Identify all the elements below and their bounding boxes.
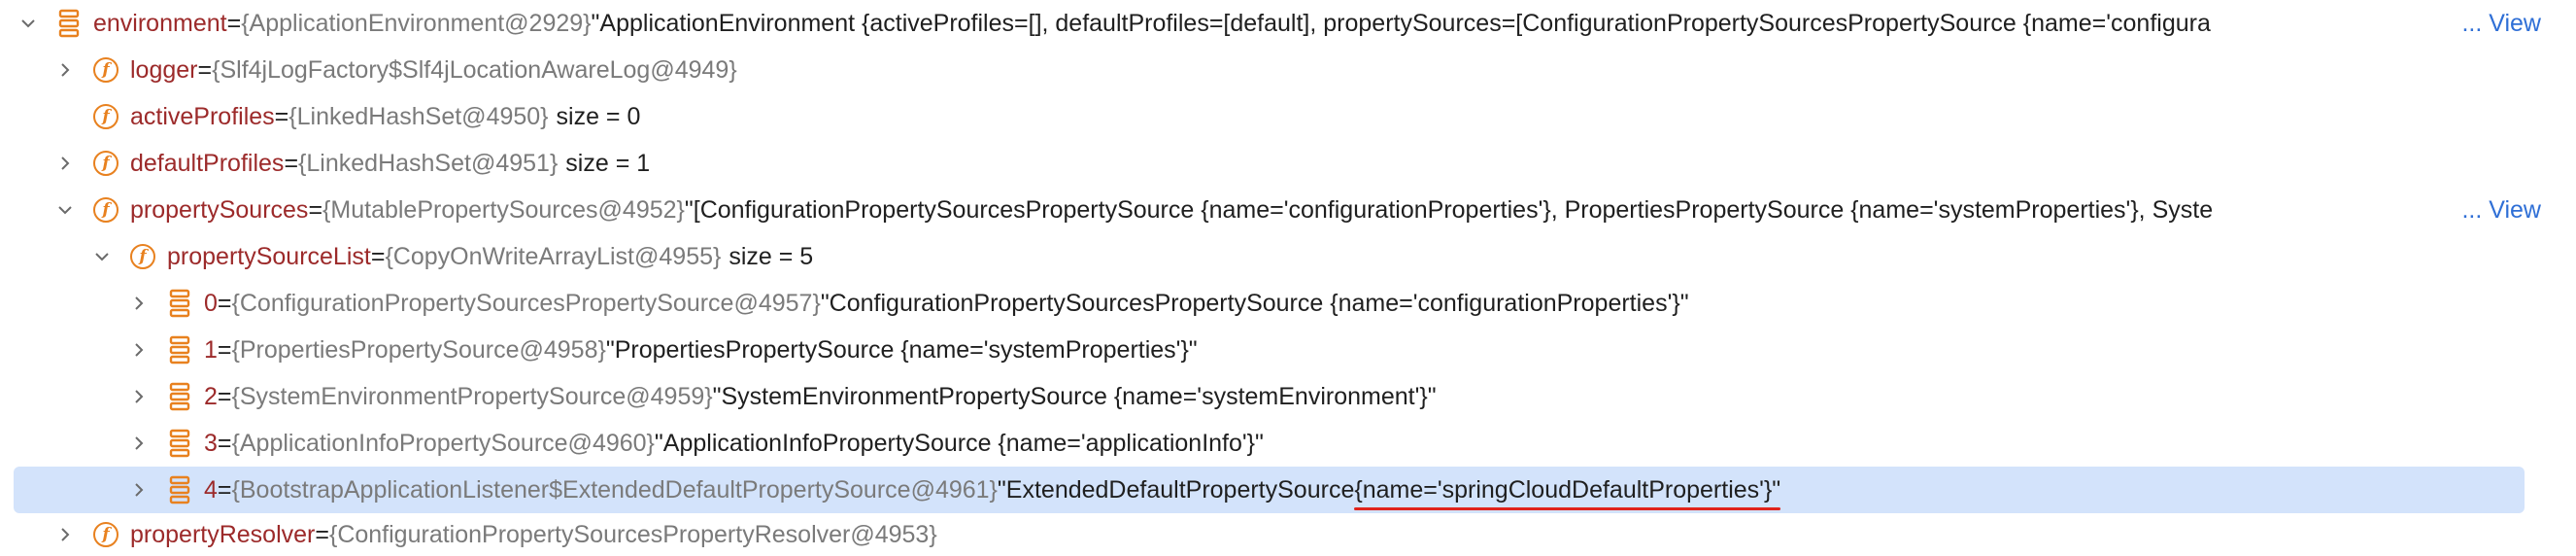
tree-row-activeProfiles[interactable]: f activeProfiles = {LinkedHashSet@4950} s… [0,93,2576,140]
view-link[interactable]: ... View [2461,196,2541,225]
array-element-icon [167,429,192,458]
field-icon: f [93,57,119,83]
tree-row-propertySourceList[interactable]: f propertySourceList = {CopyOnWriteArray… [0,233,2576,280]
variable-name: logger [130,55,198,84]
highlighted-value-annotation: {name='springCloudDefaultProperties'}" [1354,475,1781,510]
chevron-right-icon[interactable] [124,289,153,318]
variable-name: propertyResolver [130,520,316,548]
variable-value-prefix: "ExtendedDefaultPropertySource [997,475,1355,504]
variable-value: "SystemEnvironmentPropertySource {name='… [712,382,1437,410]
variable-type: {BootstrapApplicationListener$ExtendedDe… [231,475,998,504]
equals-sign: = [217,475,232,504]
chevron-down-icon[interactable] [51,195,80,225]
variable-type: {ConfigurationPropertySourcesPropertyRes… [328,520,937,548]
chevron-right-icon[interactable] [51,55,80,85]
tree-row-element-0[interactable]: 0 = {ConfigurationPropertySourcesPropert… [0,280,2576,327]
array-element-icon [167,475,192,504]
variable-type: {CopyOnWriteArrayList@4955} [385,242,722,270]
variable-type: {ConfigurationPropertySourcesPropertySou… [231,289,821,317]
equals-sign: = [284,149,299,177]
equals-sign: = [274,102,289,130]
variable-name: propertySourceList [167,242,371,270]
equals-sign: = [226,9,242,37]
tree-row-element-4[interactable]: 4 = {BootstrapApplicationListener$Extend… [0,467,2576,513]
equals-sign: = [370,242,386,270]
field-icon: f [130,244,155,269]
variable-value: "PropertiesPropertySource {name='systemP… [605,335,1198,364]
equals-sign: = [315,520,329,548]
field-icon: f [93,522,119,547]
equals-sign: = [217,289,232,317]
equals-sign: = [217,382,232,410]
array-element-icon [167,289,192,318]
variable-value: "ApplicationEnvironment {activeProfiles=… [591,9,2211,37]
tree-row-defaultProfiles[interactable]: f defaultProfiles = {LinkedHashSet@4951}… [0,140,2576,187]
variable-name: defaultProfiles [130,149,285,177]
chevron-right-icon[interactable] [124,429,153,458]
tree-row-logger[interactable]: f logger = {Slf4jLogFactory$Slf4jLocatio… [0,47,2576,93]
field-icon: f [93,197,119,223]
variable-name: propertySources [130,195,309,224]
field-icon: f [93,151,119,176]
variable-type: {SystemEnvironmentPropertySource@4959} [231,382,713,410]
array-element-icon [56,9,82,38]
equals-sign: = [217,429,232,457]
variable-value: "[ConfigurationPropertySourcesPropertySo… [684,195,2214,224]
collection-size: size = 1 [565,149,651,177]
text-fade [2399,187,2457,233]
variable-type: {ApplicationEnvironment@2929} [241,9,592,37]
tree-row-element-2[interactable]: 2 = {SystemEnvironmentPropertySource@495… [0,373,2576,420]
variable-value: "ConfigurationPropertySourcesPropertySou… [820,289,1689,317]
element-index: 4 [204,475,218,504]
element-index: 2 [204,382,218,410]
variable-type: {LinkedHashSet@4951} [298,149,559,177]
element-index: 3 [204,429,218,457]
chevron-right-icon[interactable] [124,475,153,504]
chevron-right-icon[interactable] [51,520,80,549]
tree-row-element-3[interactable]: 3 = {ApplicationInfoPropertySource@4960}… [0,420,2576,467]
variable-type: {MutablePropertySources@4952} [322,195,685,224]
tree-row-propertyResolver[interactable]: f propertyResolver = {ConfigurationPrope… [0,513,2576,556]
text-fade [2399,0,2457,47]
variable-type: {ApplicationInfoPropertySource@4960} [231,429,655,457]
chevron-right-icon[interactable] [124,335,153,365]
variables-tree: environment = {ApplicationEnvironment@29… [0,0,2576,556]
tree-row-environment[interactable]: environment = {ApplicationEnvironment@29… [0,0,2576,47]
field-icon: f [93,104,119,129]
chevron-down-icon[interactable] [87,242,117,271]
array-element-icon [167,382,192,411]
variable-type: {LinkedHashSet@4950} [288,102,549,130]
chevron-right-icon[interactable] [51,149,80,178]
chevron-right-icon[interactable] [124,382,153,411]
collection-size: size = 5 [729,242,814,270]
collection-size: size = 0 [556,102,641,130]
variable-type: {Slf4jLogFactory$Slf4jLocationAwareLog@4… [212,55,737,84]
element-index: 0 [204,289,218,317]
equals-sign: = [308,195,323,224]
tree-row-element-1[interactable]: 1 = {PropertiesPropertySource@4958} "Pro… [0,327,2576,373]
equals-sign: = [197,55,213,84]
variable-type: {PropertiesPropertySource@4958} [231,335,606,364]
element-index: 1 [204,335,218,364]
view-link[interactable]: ... View [2461,10,2541,38]
tree-row-propertySources[interactable]: f propertySources = {MutablePropertySour… [0,187,2576,233]
variable-name: activeProfiles [130,102,275,130]
variable-value: "ApplicationInfoPropertySource {name='ap… [654,429,1264,457]
variable-name: environment [93,9,227,37]
array-element-icon [167,335,192,365]
equals-sign: = [217,335,232,364]
chevron-down-icon[interactable] [14,9,43,38]
